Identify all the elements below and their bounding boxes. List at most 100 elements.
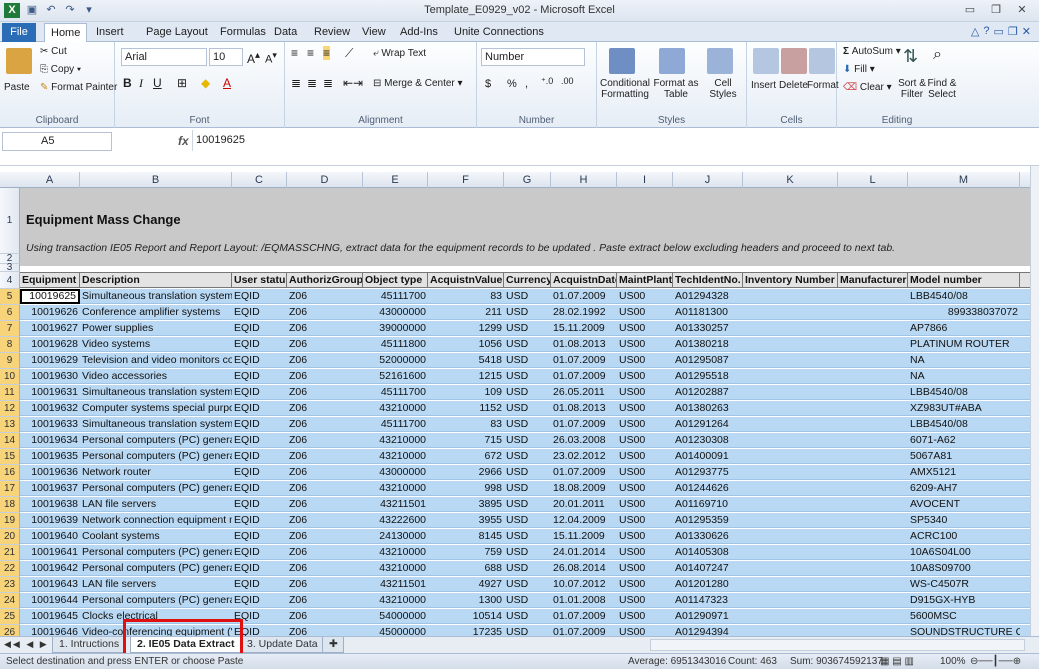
column-header[interactable]: A [20,172,80,188]
table-cell[interactable] [838,305,908,320]
table-cell[interactable]: USD [504,625,551,636]
shrink-font-icon[interactable]: A▾ [265,50,277,66]
table-cell[interactable]: 28.02.1992 [551,305,617,320]
table-cell[interactable] [838,625,908,636]
view-buttons[interactable]: ▦ ▤ ▥ [880,656,914,667]
column-title[interactable]: User status [232,273,287,288]
table-cell[interactable]: 10019625 [20,289,80,304]
row-header[interactable]: 25 [0,609,20,625]
row-header[interactable]: 13 [0,417,20,433]
tab-unite-connections[interactable]: Unite Connections [448,23,550,42]
column-title[interactable]: Manufacturer [838,273,908,288]
row-header[interactable]: 12 [0,401,20,417]
table-cell[interactable]: Z06 [287,353,363,368]
table-cell[interactable]: A01294328 [673,289,743,304]
table-cell[interactable]: XZ983UT#ABA [908,401,1020,416]
table-cell[interactable] [838,449,908,464]
table-cell[interactable]: D915GX-HYB [908,593,1020,608]
table-cell[interactable]: 998 [428,481,504,496]
percent-button[interactable]: % [507,78,517,90]
table-cell[interactable]: 211 [428,305,504,320]
table-cell[interactable]: 6071-A62 [908,433,1020,448]
table-cell[interactable]: US00 [617,513,673,528]
table-cell[interactable]: US00 [617,321,673,336]
table-cell[interactable] [743,625,838,636]
table-cell[interactable]: 10019645 [20,609,80,624]
column-header[interactable]: M [908,172,1020,188]
table-cell[interactable]: USD [504,321,551,336]
table-cell[interactable]: 43210000 [363,401,428,416]
tab-home[interactable]: Home [44,23,88,42]
table-cell[interactable]: A01244626 [673,481,743,496]
row-header[interactable]: 4 [0,272,20,289]
table-cell[interactable] [743,321,838,336]
insert-cells-icon[interactable] [753,48,779,74]
row-header[interactable]: 14 [0,433,20,449]
table-cell[interactable]: 20.01.2011 [551,497,617,512]
table-cell[interactable] [743,369,838,384]
sort-filter-icon[interactable]: ⇅ [903,46,918,67]
table-cell[interactable]: 17235 [428,625,504,636]
table-cell[interactable]: 759 [428,545,504,560]
table-cell[interactable]: 10.07.2012 [551,577,617,592]
doc-close-icon[interactable]: ✕ [1022,25,1031,38]
table-cell[interactable] [838,497,908,512]
row-header[interactable]: 9 [0,353,20,369]
table-cell[interactable]: 43000000 [363,465,428,480]
table-cell[interactable]: SOUNDSTRUCTURE C [908,625,1020,636]
table-cell[interactable]: 12.04.2009 [551,513,617,528]
table-cell[interactable]: Z06 [287,465,363,480]
table-cell[interactable]: USD [504,433,551,448]
table-cell[interactable]: WS-C4507R [908,577,1020,592]
align-top-icon[interactable]: ≡ [291,46,298,60]
vertical-scrollbar[interactable] [1030,166,1039,636]
table-cell[interactable]: Z06 [287,433,363,448]
table-cell[interactable]: EQID [232,433,287,448]
table-cell[interactable]: AMX5121 [908,465,1020,480]
table-cell[interactable]: USD [504,353,551,368]
table-cell[interactable]: USD [504,401,551,416]
column-header[interactable]: K [743,172,838,188]
table-cell[interactable]: 3955 [428,513,504,528]
table-cell[interactable]: EQID [232,545,287,560]
merge-center-button[interactable]: ⊟ Merge & Center ▾ [373,78,463,89]
table-cell[interactable]: A01330626 [673,529,743,544]
table-cell[interactable]: A01181300 [673,305,743,320]
table-cell[interactable]: 01.07.2009 [551,625,617,636]
table-cell[interactable]: Z06 [287,385,363,400]
table-cell[interactable] [838,609,908,624]
table-cell[interactable]: 10019643 [20,577,80,592]
table-cell[interactable]: 1299 [428,321,504,336]
table-cell[interactable]: USD [504,337,551,352]
table-cell[interactable]: USD [504,481,551,496]
table-cell[interactable] [743,481,838,496]
restore-icon[interactable]: ❐ [983,1,1009,19]
orientation-icon[interactable]: ⟋ [345,46,353,61]
table-cell[interactable]: 43210000 [363,593,428,608]
table-cell[interactable]: 45111700 [363,417,428,432]
table-cell[interactable]: 10019636 [20,465,80,480]
row-header[interactable]: 3 [0,263,20,273]
tab-view[interactable]: View [356,23,392,42]
table-cell[interactable]: 10019642 [20,561,80,576]
table-cell[interactable]: EQID [232,417,287,432]
table-cell[interactable]: 10A6S04L00 [908,545,1020,560]
table-cell[interactable]: 5418 [428,353,504,368]
column-header[interactable]: C [232,172,287,188]
table-cell[interactable]: Network connection equipment misc [80,513,232,528]
comma-button[interactable]: , [525,78,528,90]
table-cell[interactable]: US00 [617,497,673,512]
table-cell[interactable]: A01230308 [673,433,743,448]
table-cell[interactable]: USD [504,289,551,304]
tab-page-layout[interactable]: Page Layout [140,23,214,42]
format-cells-icon[interactable] [809,48,835,74]
table-cell[interactable]: USD [504,417,551,432]
table-cell[interactable]: EQID [232,337,287,352]
table-cell[interactable]: USD [504,385,551,400]
tab-add-ins[interactable]: Add-Ins [394,23,444,42]
table-cell[interactable]: 10019629 [20,353,80,368]
formula-value[interactable]: 10019625 [196,134,245,146]
table-cell[interactable]: A01405308 [673,545,743,560]
table-cell[interactable]: 10019628 [20,337,80,352]
table-cell[interactable]: 10019644 [20,593,80,608]
